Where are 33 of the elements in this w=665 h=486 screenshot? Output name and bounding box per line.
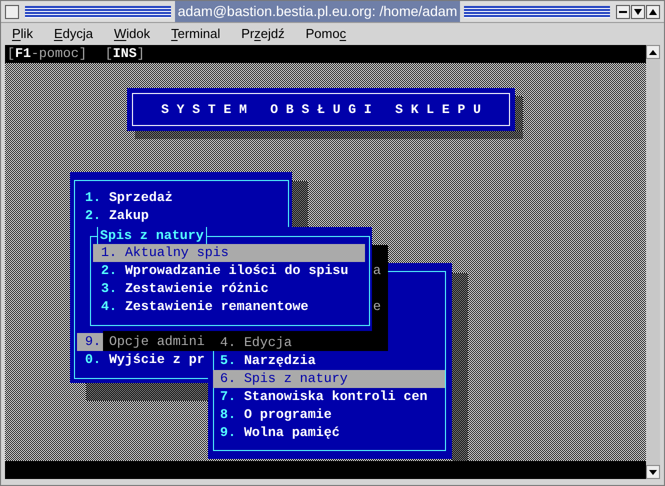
- scroll-up-icon[interactable]: [646, 45, 660, 59]
- menu-bar-item[interactable]: Widok: [114, 24, 150, 44]
- menu-item[interactable]: 3. Zestawienie różnic: [93, 280, 365, 298]
- scroll-down-icon[interactable]: [646, 465, 660, 479]
- menu-item[interactable]: 1. Aktualny spis: [93, 244, 365, 262]
- window-title: adam@bastion.bestia.pl.eu.org: /home/adam: [174, 1, 460, 22]
- hidden-text-fragment: e: [372, 298, 382, 316]
- menu-item[interactable]: 6. Spis z natury: [213, 370, 445, 388]
- minimize-icon[interactable]: [616, 4, 630, 18]
- hidden-text-fragment: a: [372, 262, 382, 280]
- caret-up-icon[interactable]: [646, 4, 660, 18]
- menu-item[interactable]: 8. O programie: [213, 406, 445, 424]
- menu-bar-item[interactable]: Edycja: [54, 24, 93, 44]
- menu-item[interactable]: 5. Narzędzia: [213, 352, 445, 370]
- key-hint: [F1-pomoc]: [7, 45, 87, 63]
- key-hint: [INS]: [104, 45, 145, 63]
- window-menu-icon[interactable]: [5, 4, 19, 18]
- menu-item[interactable]: 7. Stanowiska kontroli cen: [213, 388, 445, 406]
- menu-bar-item[interactable]: Przejdź: [241, 24, 285, 44]
- menu-item[interactable]: 2. Wprowadzanie ilości do spisu: [93, 262, 365, 280]
- caret-down-icon[interactable]: [631, 4, 645, 18]
- menu-bar-item[interactable]: Pomoc: [306, 24, 346, 44]
- menu-item[interactable]: 2. Zakup: [77, 207, 289, 225]
- submenu-title: Spis z natury: [97, 227, 207, 245]
- menu-item[interactable]: 1. Sprzedaż: [77, 189, 289, 207]
- banner-title: S Y S T E M O B S Ł U G I S K L E P U: [161, 100, 481, 119]
- menu-item[interactable]: 4. Zestawienie remanentowe: [93, 298, 365, 316]
- menu-item[interactable]: 9. Wolna pamięć: [213, 424, 445, 442]
- scrollbar[interactable]: [646, 45, 660, 479]
- title-stripes-icon: [25, 6, 171, 18]
- menu-bar-item[interactable]: Terminal: [171, 24, 220, 44]
- menu-bar-item[interactable]: Plik: [12, 24, 33, 44]
- title-stripes-icon: [464, 6, 610, 18]
